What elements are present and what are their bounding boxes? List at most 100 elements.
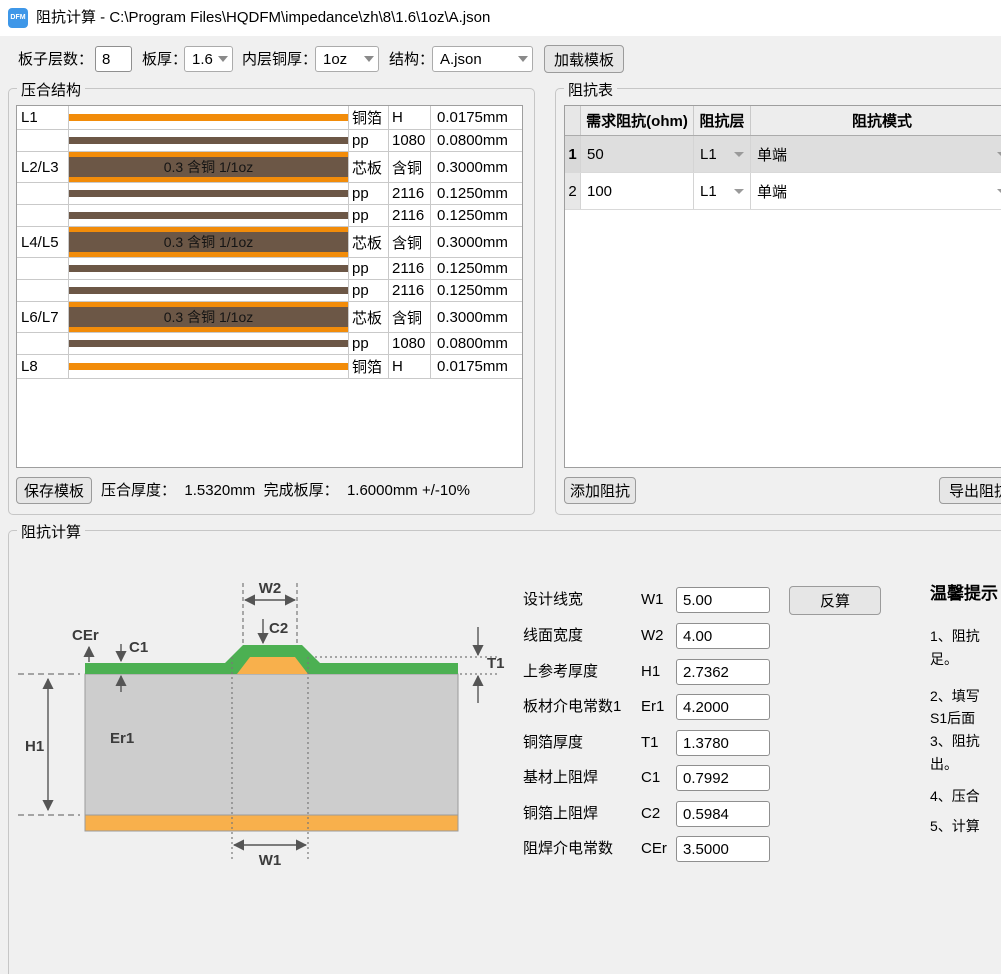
reverse-calc-button[interactable]: 反算: [789, 586, 881, 615]
prepreg-graphic: [69, 258, 349, 279]
header-impedance: 需求阻抗(ohm): [581, 106, 694, 135]
core-graphic: 0.3 含铜 1/1oz: [69, 227, 349, 257]
mode-select-cell[interactable]: 单端: [751, 136, 1001, 172]
field-symbol-t1: T1: [641, 730, 659, 756]
thickness: 0.0800mm: [431, 130, 522, 151]
mode-value: 单端: [757, 144, 787, 165]
copper-foil-graphic: [69, 106, 349, 129]
board-thickness-label: 板厚：: [142, 46, 187, 74]
impedance-row-2[interactable]: 2 100 L1 单端: [565, 173, 1001, 210]
pressed-thickness-label: 压合厚度：: [101, 482, 176, 499]
prepreg-graphic: [69, 183, 349, 204]
layer-name: L1: [17, 106, 69, 129]
chevron-down-icon[interactable]: [734, 152, 744, 157]
field-label-w2: 线面宽度: [523, 623, 583, 649]
c2-input[interactable]: [676, 801, 770, 827]
board-thickness-value: 1.6: [192, 51, 218, 68]
thickness: 0.3000mm: [431, 152, 522, 182]
save-template-button[interactable]: 保存模板: [16, 477, 92, 504]
h1-input[interactable]: [676, 659, 770, 685]
row-number: 2: [565, 173, 581, 209]
t1-input[interactable]: [676, 730, 770, 756]
chevron-down-icon[interactable]: [997, 152, 1001, 157]
stackup-row-l4l5[interactable]: L4/L5 0.3 含铜 1/1oz 芯板 含铜 0.3000mm: [17, 227, 522, 258]
c1-input[interactable]: [676, 765, 770, 791]
impedance-value-cell[interactable]: 50: [581, 136, 694, 172]
cer-dimension-label: CEr: [72, 627, 99, 644]
spec: 2116: [389, 205, 431, 226]
pressed-thickness-value: 1.5320mm: [184, 482, 255, 499]
copper-foil-graphic: [69, 355, 349, 378]
board-thickness-select[interactable]: 1.6: [184, 46, 233, 72]
c1-dimension-label: C1: [129, 639, 148, 656]
material: pp: [349, 333, 389, 354]
stackup-row-pp[interactable]: pp 1080 0.0800mm: [17, 130, 522, 152]
material: pp: [349, 258, 389, 279]
layer-select-cell[interactable]: L1: [694, 173, 751, 209]
stackup-row-pp[interactable]: pp 2116 0.1250mm: [17, 205, 522, 227]
t1-dimension-label: T1: [487, 655, 505, 672]
export-impedance-params-button[interactable]: 导出阻抗条参数: [939, 477, 1001, 504]
material: pp: [349, 205, 389, 226]
er1-input[interactable]: [676, 694, 770, 720]
core-label: 0.3 含铜 1/1oz: [69, 307, 348, 327]
stackup-status-text: 压合厚度： 1.5320mm 完成板厚： 1.6000mm +/-10%: [101, 477, 470, 504]
mode-select-cell[interactable]: 单端: [751, 173, 1001, 209]
layer-count-label: 板子层数：: [18, 46, 93, 74]
material: 铜箔: [349, 106, 389, 129]
cer-input[interactable]: [676, 836, 770, 862]
stackup-row-l1[interactable]: L1 铜箔 H 0.0175mm: [17, 106, 522, 130]
c2-dimension-label: C2: [269, 620, 288, 637]
layer-name: L6/L7: [17, 302, 69, 332]
layer-name: L2/L3: [17, 152, 69, 182]
spec: 含铜: [389, 227, 431, 257]
tip-line: 2、填写: [930, 686, 980, 706]
stackup-row-l8[interactable]: L8 铜箔 H 0.0175mm: [17, 355, 522, 379]
load-template-button[interactable]: 加载模板: [544, 45, 624, 73]
structure-value: A.json: [440, 51, 518, 68]
dfm-app-icon: DFM: [8, 8, 28, 28]
layer-value: L1: [700, 146, 717, 163]
layer-count-input[interactable]: [95, 46, 132, 72]
chevron-down-icon: [518, 56, 528, 62]
thickness: 0.1250mm: [431, 258, 522, 279]
core-graphic: 0.3 含铜 1/1oz: [69, 302, 349, 332]
layer-name: L8: [17, 355, 69, 378]
stackup-row-l2l3[interactable]: L2/L3 0.3 含铜 1/1oz 芯板 含铜 0.3000mm: [17, 152, 522, 183]
spec: 1080: [389, 130, 431, 151]
prepreg-graphic: [69, 130, 349, 151]
field-label-w1: 设计线宽: [523, 587, 583, 613]
stackup-row-pp[interactable]: pp 2116 0.1250mm: [17, 183, 522, 205]
impedance-value-cell[interactable]: 100: [581, 173, 694, 209]
window-title: 阻抗计算 - C:\Program Files\HQDFM\impedance\…: [36, 0, 490, 36]
mode-value: 单端: [757, 181, 787, 202]
stackup-row-pp[interactable]: pp 2116 0.1250mm: [17, 258, 522, 280]
impedance-calculator-window: DFM 阻抗计算 - C:\Program Files\HQDFM\impeda…: [0, 0, 1001, 974]
tips-title: 温馨提示: [930, 579, 998, 604]
bottom-copper-plane: [85, 815, 458, 831]
impedance-row-1[interactable]: 1 50 L1 单端: [565, 136, 1001, 173]
thickness: 0.0175mm: [431, 355, 522, 378]
structure-select[interactable]: A.json: [432, 46, 533, 72]
row-number: 1: [565, 136, 581, 172]
stackup-row-pp[interactable]: pp 1080 0.0800mm: [17, 333, 522, 355]
spec: 2116: [389, 183, 431, 204]
w2-input[interactable]: [676, 623, 770, 649]
add-impedance-button[interactable]: 添加阻抗: [564, 477, 636, 504]
stackup-group-title: 压合结构: [17, 79, 85, 100]
inner-copper-select[interactable]: 1oz: [315, 46, 379, 72]
spec: 2116: [389, 258, 431, 279]
chevron-down-icon[interactable]: [734, 189, 744, 194]
material: 芯板: [349, 152, 389, 182]
layer-select-cell[interactable]: L1: [694, 136, 751, 172]
w1-input[interactable]: [676, 587, 770, 613]
thickness: 0.0175mm: [431, 106, 522, 129]
material: pp: [349, 183, 389, 204]
impedance-table-header: 需求阻抗(ohm) 阻抗层 阻抗模式: [565, 106, 1001, 136]
impedance-groupbox: 阻抗表 需求阻抗(ohm) 阻抗层 阻抗模式 1 50 L1 单端: [555, 88, 1001, 515]
chevron-down-icon[interactable]: [997, 189, 1001, 194]
stackup-row-pp[interactable]: pp 2116 0.1250mm: [17, 280, 522, 302]
trace-cross-section-diagram: W2 C2 CEr C1 H1 Er1 W1 T1: [10, 545, 520, 905]
stackup-row-l6l7[interactable]: L6/L7 0.3 含铜 1/1oz 芯板 含铜 0.3000mm: [17, 302, 522, 333]
spec: H: [389, 355, 431, 378]
